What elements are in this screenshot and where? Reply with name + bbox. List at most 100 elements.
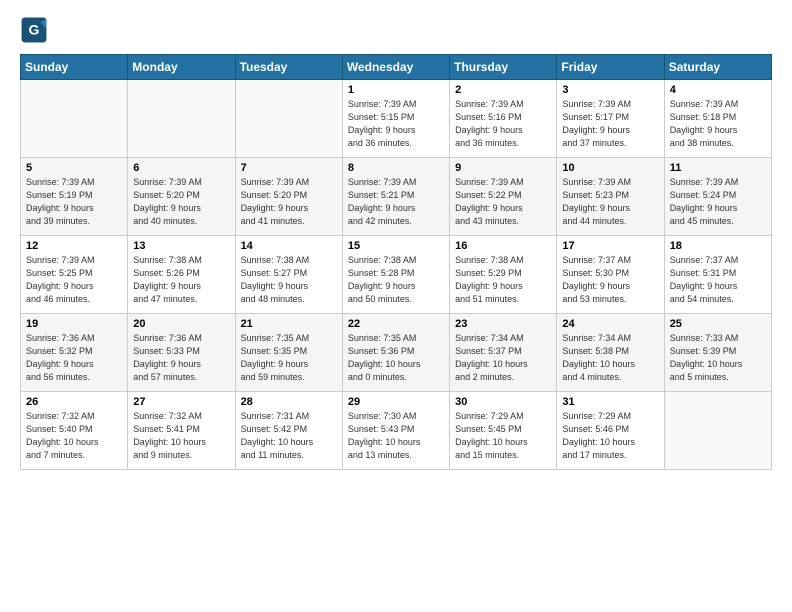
header-row: SundayMondayTuesdayWednesdayThursdayFrid… [21, 55, 772, 80]
day-cell: 31 Sunrise: 7:29 AM Sunset: 5:46 PM Dayli… [557, 392, 664, 470]
week-row-5: 26 Sunrise: 7:32 AM Sunset: 5:40 PM Dayli… [21, 392, 772, 470]
day-cell [664, 392, 771, 470]
day-info: Sunrise: 7:39 AM Sunset: 5:24 PM Dayligh… [670, 176, 766, 228]
day-cell: 1Sunrise: 7:39 AM Sunset: 5:15 PM Daylig… [342, 80, 449, 158]
day-cell: 7 Sunrise: 7:39 AM Sunset: 5:20 PM Daylig… [235, 158, 342, 236]
day-number: 1 [348, 84, 444, 96]
col-header-sunday: Sunday [21, 55, 128, 80]
day-cell: 5 Sunrise: 7:39 AM Sunset: 5:19 PM Daylig… [21, 158, 128, 236]
day-cell: 8 Sunrise: 7:39 AM Sunset: 5:21 PM Daylig… [342, 158, 449, 236]
day-info: Sunrise: 7:35 AM Sunset: 5:35 PM Dayligh… [241, 332, 337, 384]
day-cell: 24 Sunrise: 7:34 AM Sunset: 5:38 PM Dayli… [557, 314, 664, 392]
day-info: Sunrise: 7:36 AM Sunset: 5:33 PM Dayligh… [133, 332, 229, 384]
day-number: 19 [26, 318, 122, 330]
day-info: Sunrise: 7:35 AM Sunset: 5:36 PM Dayligh… [348, 332, 444, 384]
day-cell: 14 Sunrise: 7:38 AM Sunset: 5:27 PM Dayli… [235, 236, 342, 314]
day-cell: 6 Sunrise: 7:39 AM Sunset: 5:20 PM Daylig… [128, 158, 235, 236]
col-header-wednesday: Wednesday [342, 55, 449, 80]
day-info: Sunrise: 7:39 AM Sunset: 5:23 PM Dayligh… [562, 176, 658, 228]
day-cell [128, 80, 235, 158]
day-number: 28 [241, 396, 337, 408]
logo: G [20, 16, 52, 44]
day-cell: 25 Sunrise: 7:33 AM Sunset: 5:39 PM Dayli… [664, 314, 771, 392]
day-number: 8 [348, 162, 444, 174]
day-number: 27 [133, 396, 229, 408]
day-number: 23 [455, 318, 551, 330]
col-header-monday: Monday [128, 55, 235, 80]
day-info: Sunrise: 7:39 AM Sunset: 5:17 PM Dayligh… [562, 98, 658, 150]
day-info: Sunrise: 7:39 AM Sunset: 5:18 PM Dayligh… [670, 98, 766, 150]
day-cell: 9 Sunrise: 7:39 AM Sunset: 5:22 PM Daylig… [450, 158, 557, 236]
day-info: Sunrise: 7:36 AM Sunset: 5:32 PM Dayligh… [26, 332, 122, 384]
day-info: Sunrise: 7:31 AM Sunset: 5:42 PM Dayligh… [241, 410, 337, 462]
day-number: 26 [26, 396, 122, 408]
week-row-1: 1Sunrise: 7:39 AM Sunset: 5:15 PM Daylig… [21, 80, 772, 158]
day-cell: 26 Sunrise: 7:32 AM Sunset: 5:40 PM Dayli… [21, 392, 128, 470]
day-cell: 29Sunrise: 7:30 AM Sunset: 5:43 PM Dayli… [342, 392, 449, 470]
day-number: 22 [348, 318, 444, 330]
day-number: 12 [26, 240, 122, 252]
day-number: 10 [562, 162, 658, 174]
day-number: 4 [670, 84, 766, 96]
day-number: 30 [455, 396, 551, 408]
day-cell: 22 Sunrise: 7:35 AM Sunset: 5:36 PM Dayli… [342, 314, 449, 392]
svg-text:G: G [29, 22, 40, 38]
week-row-3: 12 Sunrise: 7:39 AM Sunset: 5:25 PM Dayli… [21, 236, 772, 314]
day-info: Sunrise: 7:39 AM Sunset: 5:19 PM Dayligh… [26, 176, 122, 228]
day-number: 11 [670, 162, 766, 174]
day-number: 20 [133, 318, 229, 330]
day-number: 21 [241, 318, 337, 330]
day-cell: 4 Sunrise: 7:39 AM Sunset: 5:18 PM Daylig… [664, 80, 771, 158]
day-cell: 16 Sunrise: 7:38 AM Sunset: 5:29 PM Dayli… [450, 236, 557, 314]
header: G [20, 16, 772, 44]
day-cell: 23 Sunrise: 7:34 AM Sunset: 5:37 PM Dayli… [450, 314, 557, 392]
day-number: 24 [562, 318, 658, 330]
day-info: Sunrise: 7:34 AM Sunset: 5:37 PM Dayligh… [455, 332, 551, 384]
day-info: Sunrise: 7:32 AM Sunset: 5:40 PM Dayligh… [26, 410, 122, 462]
day-number: 5 [26, 162, 122, 174]
day-info: Sunrise: 7:38 AM Sunset: 5:28 PM Dayligh… [348, 254, 444, 306]
day-info: Sunrise: 7:38 AM Sunset: 5:27 PM Dayligh… [241, 254, 337, 306]
day-info: Sunrise: 7:29 AM Sunset: 5:46 PM Dayligh… [562, 410, 658, 462]
day-info: Sunrise: 7:39 AM Sunset: 5:25 PM Dayligh… [26, 254, 122, 306]
day-number: 16 [455, 240, 551, 252]
calendar-table: SundayMondayTuesdayWednesdayThursdayFrid… [20, 54, 772, 470]
day-info: Sunrise: 7:39 AM Sunset: 5:20 PM Dayligh… [133, 176, 229, 228]
day-info: Sunrise: 7:39 AM Sunset: 5:21 PM Dayligh… [348, 176, 444, 228]
col-header-saturday: Saturday [664, 55, 771, 80]
col-header-friday: Friday [557, 55, 664, 80]
day-info: Sunrise: 7:39 AM Sunset: 5:16 PM Dayligh… [455, 98, 551, 150]
day-number: 9 [455, 162, 551, 174]
day-number: 3 [562, 84, 658, 96]
day-info: Sunrise: 7:32 AM Sunset: 5:41 PM Dayligh… [133, 410, 229, 462]
day-cell [235, 80, 342, 158]
day-number: 14 [241, 240, 337, 252]
day-number: 13 [133, 240, 229, 252]
day-cell: 10 Sunrise: 7:39 AM Sunset: 5:23 PM Dayli… [557, 158, 664, 236]
day-info: Sunrise: 7:38 AM Sunset: 5:29 PM Dayligh… [455, 254, 551, 306]
day-info: Sunrise: 7:39 AM Sunset: 5:22 PM Dayligh… [455, 176, 551, 228]
day-number: 18 [670, 240, 766, 252]
day-number: 31 [562, 396, 658, 408]
day-cell: 28 Sunrise: 7:31 AM Sunset: 5:42 PM Dayli… [235, 392, 342, 470]
day-cell: 12 Sunrise: 7:39 AM Sunset: 5:25 PM Dayli… [21, 236, 128, 314]
day-info: Sunrise: 7:39 AM Sunset: 5:20 PM Dayligh… [241, 176, 337, 228]
day-cell: 11 Sunrise: 7:39 AM Sunset: 5:24 PM Dayli… [664, 158, 771, 236]
day-cell: 27 Sunrise: 7:32 AM Sunset: 5:41 PM Dayli… [128, 392, 235, 470]
day-info: Sunrise: 7:33 AM Sunset: 5:39 PM Dayligh… [670, 332, 766, 384]
day-info: Sunrise: 7:37 AM Sunset: 5:30 PM Dayligh… [562, 254, 658, 306]
day-number: 25 [670, 318, 766, 330]
day-info: Sunrise: 7:34 AM Sunset: 5:38 PM Dayligh… [562, 332, 658, 384]
day-number: 29 [348, 396, 444, 408]
col-header-thursday: Thursday [450, 55, 557, 80]
day-cell: 3 Sunrise: 7:39 AM Sunset: 5:17 PM Daylig… [557, 80, 664, 158]
week-row-4: 19 Sunrise: 7:36 AM Sunset: 5:32 PM Dayli… [21, 314, 772, 392]
day-info: Sunrise: 7:29 AM Sunset: 5:45 PM Dayligh… [455, 410, 551, 462]
day-number: 6 [133, 162, 229, 174]
page: G SundayMondayTuesdayWednesdayThursdayFr… [0, 0, 792, 612]
day-number: 7 [241, 162, 337, 174]
day-cell: 19 Sunrise: 7:36 AM Sunset: 5:32 PM Dayli… [21, 314, 128, 392]
logo-icon: G [20, 16, 48, 44]
day-info: Sunrise: 7:38 AM Sunset: 5:26 PM Dayligh… [133, 254, 229, 306]
day-cell: 30 Sunrise: 7:29 AM Sunset: 5:45 PM Dayli… [450, 392, 557, 470]
